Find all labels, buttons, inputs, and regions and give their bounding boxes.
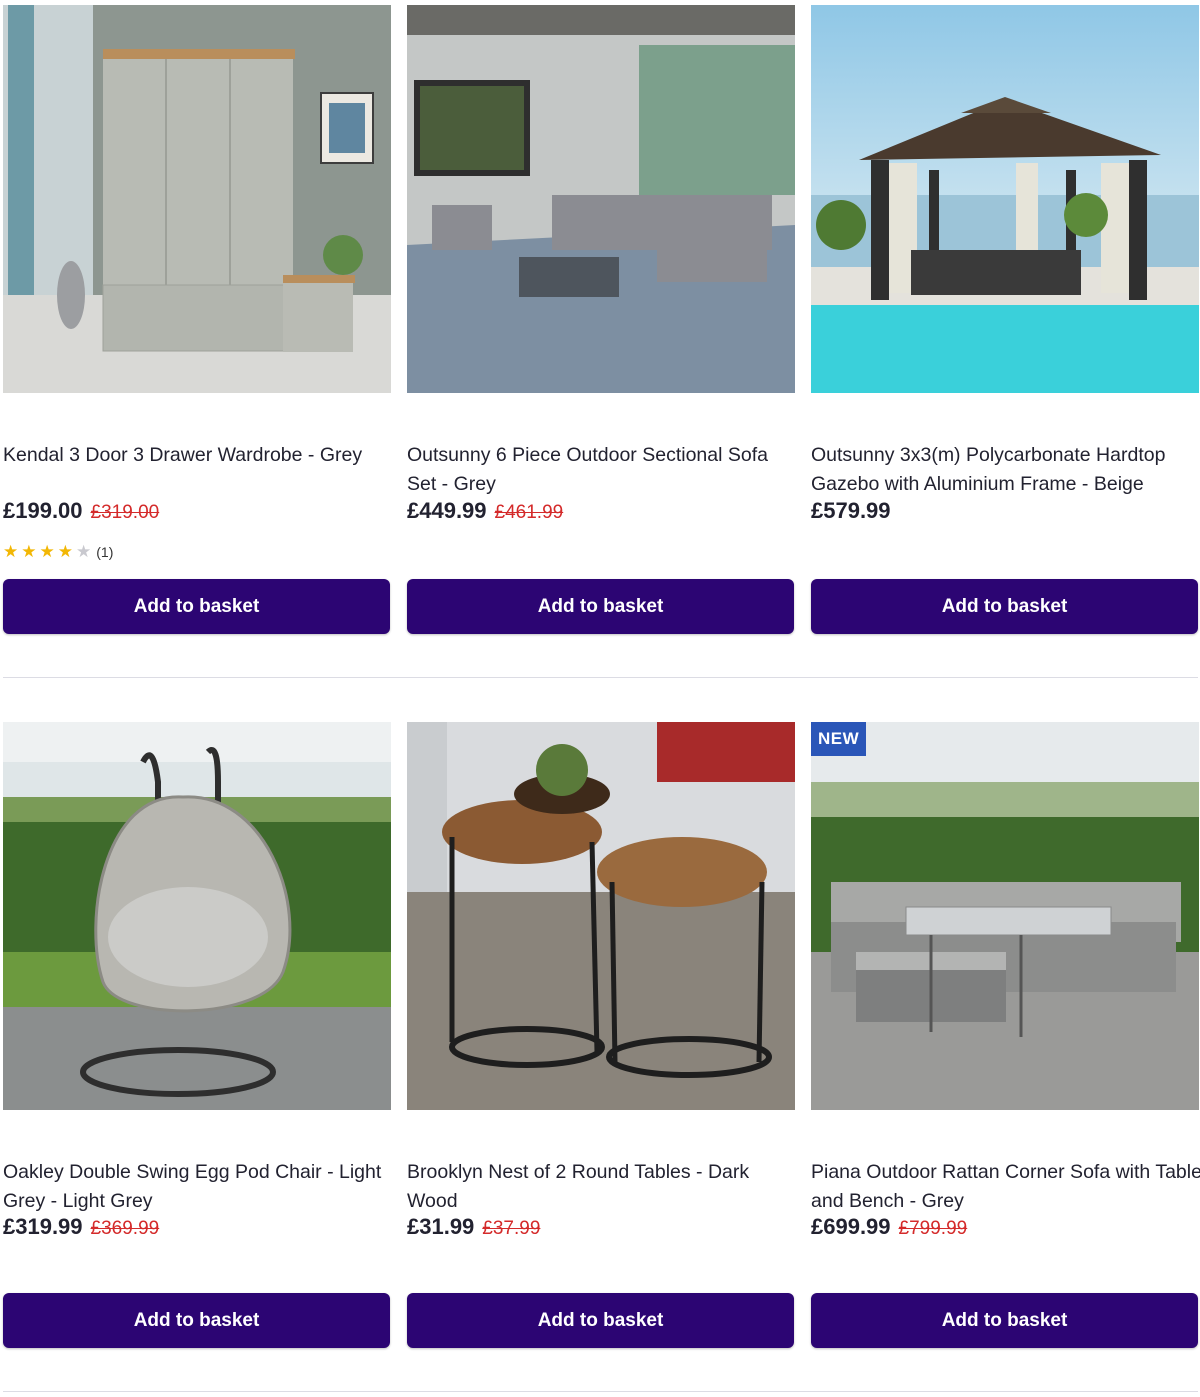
current-price: £31.99: [407, 1214, 475, 1239]
add-to-basket-button[interactable]: Add to basket: [811, 1293, 1198, 1348]
product-image-gazebo[interactable]: [811, 5, 1199, 393]
rattan-sofa-photo: [811, 722, 1199, 1110]
current-price: £319.99: [3, 1214, 83, 1239]
was-price: £37.99: [482, 1218, 541, 1239]
current-price: £579.99: [811, 498, 891, 523]
add-to-basket-button[interactable]: Add to basket: [811, 579, 1198, 634]
product-image-rattan-sofa[interactable]: [811, 722, 1199, 1110]
product-card: Outsunny 6 Piece Outdoor Sectional Sofa …: [407, 5, 795, 635]
price-block: £31.99 £37.99: [407, 1214, 540, 1240]
product-title[interactable]: Brooklyn Nest of 2 Round Tables - Dark W…: [407, 1158, 799, 1216]
product-title[interactable]: Oakley Double Swing Egg Pod Chair - Ligh…: [3, 1158, 395, 1216]
row-divider: [3, 677, 1198, 678]
price-block: £579.99: [811, 498, 891, 524]
wardrobe-photo: [3, 5, 391, 393]
star-empty-icon: ★: [76, 542, 92, 561]
outdoor-sofa-photo: [407, 5, 795, 393]
product-image-wardrobe[interactable]: [3, 5, 391, 393]
price-block: £319.99 £369.99: [3, 1214, 159, 1240]
star-icon: ★: [57, 542, 73, 561]
nest-tables-photo: [407, 722, 795, 1110]
current-price: £449.99: [407, 498, 487, 523]
gazebo-photo: [811, 5, 1199, 393]
new-badge: NEW: [811, 722, 867, 756]
product-image-outdoor-sofa[interactable]: [407, 5, 795, 393]
star-icon: ★: [3, 542, 19, 561]
product-card: Oakley Double Swing Egg Pod Chair - Ligh…: [3, 722, 391, 1352]
price-block: £449.99 £461.99: [407, 498, 563, 524]
add-to-basket-button[interactable]: Add to basket: [3, 579, 390, 634]
star-rating[interactable]: ★ ★ ★ ★ ★ (1): [3, 542, 113, 562]
product-title[interactable]: Piana Outdoor Rattan Corner Sofa with Ta…: [811, 1158, 1200, 1216]
product-card: NEW Piana Outdoor Rattan Corner Sofa wit…: [811, 722, 1200, 1352]
product-card: Brooklyn Nest of 2 Round Tables - Dark W…: [407, 722, 795, 1352]
was-price: £369.99: [90, 1218, 160, 1239]
add-to-basket-button[interactable]: Add to basket: [407, 579, 794, 634]
price-block: £199.00 £319.00: [3, 498, 159, 524]
product-title[interactable]: Outsunny 6 Piece Outdoor Sectional Sofa …: [407, 441, 799, 499]
row-divider: [3, 1391, 1198, 1392]
product-image-egg-chair[interactable]: [3, 722, 391, 1110]
was-price: £461.99: [494, 502, 564, 523]
review-count: (1): [96, 544, 114, 560]
add-to-basket-button[interactable]: Add to basket: [407, 1293, 794, 1348]
star-icon: ★: [39, 542, 55, 561]
product-title[interactable]: Kendal 3 Door 3 Drawer Wardrobe - Grey: [3, 441, 395, 470]
product-card: Kendal 3 Door 3 Drawer Wardrobe - Grey £…: [3, 5, 391, 635]
was-price: £799.99: [898, 1218, 968, 1239]
current-price: £199.00: [3, 498, 83, 523]
was-price: £319.00: [90, 502, 160, 523]
product-card: Outsunny 3x3(m) Polycarbonate Hardtop Ga…: [811, 5, 1199, 635]
product-title[interactable]: Outsunny 3x3(m) Polycarbonate Hardtop Ga…: [811, 441, 1200, 499]
product-image-nest-tables[interactable]: [407, 722, 795, 1110]
egg-chair-photo: [3, 722, 391, 1110]
star-icon: ★: [21, 542, 37, 561]
current-price: £699.99: [811, 1214, 891, 1239]
price-block: £699.99 £799.99: [811, 1214, 967, 1240]
add-to-basket-button[interactable]: Add to basket: [3, 1293, 390, 1348]
